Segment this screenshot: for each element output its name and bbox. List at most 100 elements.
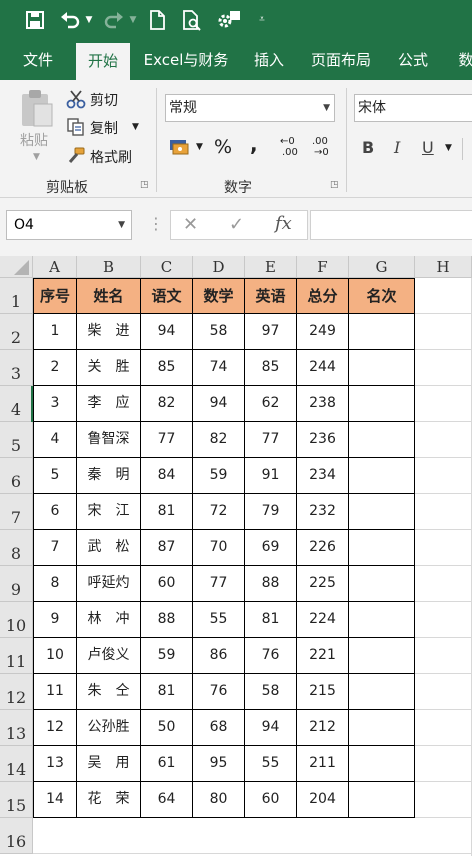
table-cell[interactable]: 97 (245, 314, 297, 350)
customize-addin-icon[interactable] (216, 8, 242, 32)
rank-cell[interactable] (349, 494, 415, 530)
column-header-d[interactable]: D (193, 256, 245, 278)
table-cell[interactable]: 238 (297, 386, 349, 422)
italic-button[interactable]: I (394, 138, 400, 157)
column-header-b[interactable]: B (77, 256, 141, 278)
rank-cell[interactable] (349, 566, 415, 602)
tab-home[interactable]: 开始 (76, 43, 130, 80)
table-cell[interactable]: 7 (33, 530, 77, 566)
undo-dropdown-icon[interactable]: ▼ (84, 8, 94, 32)
table-cell[interactable]: 236 (297, 422, 349, 458)
table-cell[interactable]: 8 (33, 566, 77, 602)
table-cell[interactable]: 59 (141, 638, 193, 674)
underline-button[interactable]: U (422, 138, 434, 157)
table-cell[interactable]: 74 (193, 350, 245, 386)
table-cell[interactable]: 60 (245, 782, 297, 818)
rank-cell[interactable] (349, 638, 415, 674)
rank-cell[interactable] (349, 422, 415, 458)
rank-cell[interactable] (349, 782, 415, 818)
row-header-5[interactable]: 5 (0, 422, 33, 458)
table-cell[interactable]: 226 (297, 530, 349, 566)
row-header-12[interactable]: 12 (0, 674, 33, 710)
table-cell[interactable]: 62 (245, 386, 297, 422)
format-painter-button[interactable]: 格式刷 (90, 147, 132, 167)
accounting-format-icon[interactable] (168, 136, 190, 158)
table-header-cell[interactable]: 姓名 (77, 278, 141, 314)
table-cell[interactable]: 1 (33, 314, 77, 350)
table-cell[interactable]: 79 (245, 494, 297, 530)
table-header-cell[interactable]: 名次 (349, 278, 415, 314)
row-header-1[interactable]: 1 (0, 278, 33, 314)
table-cell[interactable]: 72 (193, 494, 245, 530)
table-cell[interactable]: 花 荣 (77, 782, 141, 818)
copy-dropdown-icon[interactable]: ▼ (132, 122, 139, 132)
table-cell[interactable]: 2 (33, 350, 77, 386)
decrease-decimal-button[interactable]: .00 →0 (310, 136, 336, 162)
table-cell[interactable]: 卢俊义 (77, 638, 141, 674)
table-cell[interactable]: 82 (141, 386, 193, 422)
table-cell[interactable]: 77 (193, 566, 245, 602)
table-cell[interactable]: 公孙胜 (77, 710, 141, 746)
table-cell[interactable]: 95 (193, 746, 245, 782)
table-cell[interactable]: 80 (193, 782, 245, 818)
tab-insert[interactable]: 插入 (244, 40, 294, 80)
table-cell[interactable]: 204 (297, 782, 349, 818)
table-cell[interactable]: 关 胜 (77, 350, 141, 386)
table-cell[interactable]: 81 (141, 494, 193, 530)
table-cell[interactable]: 朱 仝 (77, 674, 141, 710)
table-cell[interactable]: 秦 明 (77, 458, 141, 494)
table-cell[interactable]: 91 (245, 458, 297, 494)
rank-cell[interactable] (349, 350, 415, 386)
table-cell[interactable]: 12 (33, 710, 77, 746)
table-cell[interactable]: 宋 江 (77, 494, 141, 530)
column-header-g[interactable]: G (349, 256, 415, 278)
increase-decimal-button[interactable]: ←0 .00 (278, 136, 304, 162)
table-cell[interactable]: 232 (297, 494, 349, 530)
table-cell[interactable]: 212 (297, 710, 349, 746)
new-document-icon[interactable] (146, 8, 168, 32)
table-cell[interactable]: 86 (193, 638, 245, 674)
table-header-cell[interactable]: 序号 (33, 278, 77, 314)
row-header-13[interactable]: 13 (0, 710, 33, 746)
print-preview-icon[interactable] (180, 8, 204, 32)
table-cell[interactable]: 鲁智深 (77, 422, 141, 458)
tab-formulas[interactable]: 公式 (388, 40, 438, 80)
row-header-7[interactable]: 7 (0, 494, 33, 530)
table-cell[interactable]: 70 (193, 530, 245, 566)
customize-qat-icon[interactable]: ⩡ (256, 8, 268, 32)
table-cell[interactable]: 10 (33, 638, 77, 674)
table-header-cell[interactable]: 总分 (297, 278, 349, 314)
table-cell[interactable]: 88 (141, 602, 193, 638)
undo-icon[interactable] (58, 8, 82, 32)
table-cell[interactable]: 吴 用 (77, 746, 141, 782)
rank-cell[interactable] (349, 314, 415, 350)
row-header-4[interactable]: 4 (0, 386, 33, 422)
row-header-16[interactable]: 16 (0, 818, 33, 854)
table-cell[interactable]: 68 (193, 710, 245, 746)
table-cell[interactable]: 82 (193, 422, 245, 458)
table-cell[interactable]: 225 (297, 566, 349, 602)
table-cell[interactable]: 85 (141, 350, 193, 386)
table-cell[interactable]: 94 (245, 710, 297, 746)
row-header-11[interactable]: 11 (0, 638, 33, 674)
underline-dropdown-icon[interactable]: ▼ (445, 143, 452, 153)
table-cell[interactable]: 81 (245, 602, 297, 638)
table-cell[interactable]: 5 (33, 458, 77, 494)
column-header-f[interactable]: F (297, 256, 349, 278)
rank-cell[interactable] (349, 458, 415, 494)
table-cell[interactable]: 211 (297, 746, 349, 782)
row-header-2[interactable]: 2 (0, 314, 33, 350)
table-cell[interactable]: 55 (193, 602, 245, 638)
tab-file[interactable]: 文件 (0, 40, 76, 80)
table-cell[interactable]: 58 (193, 314, 245, 350)
number-format-select[interactable]: 常规 ▼ (165, 94, 335, 122)
table-cell[interactable]: 李 应 (77, 386, 141, 422)
insert-function-button[interactable]: fx (275, 213, 292, 234)
table-cell[interactable]: 6 (33, 494, 77, 530)
formula-input[interactable] (310, 210, 472, 240)
table-cell[interactable]: 4 (33, 422, 77, 458)
table-cell[interactable]: 81 (141, 674, 193, 710)
table-cell[interactable]: 76 (245, 638, 297, 674)
table-header-cell[interactable]: 语文 (141, 278, 193, 314)
tab-page-layout[interactable]: 页面布局 (302, 40, 380, 80)
